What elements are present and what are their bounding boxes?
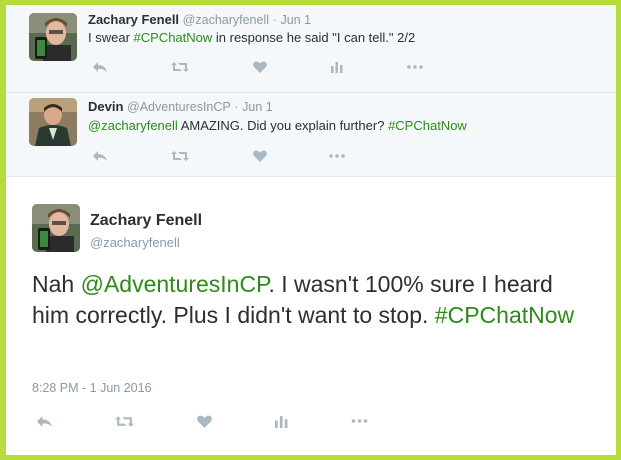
avatar[interactable] — [29, 13, 77, 61]
author-name[interactable]: Zachary Fenell — [88, 12, 179, 27]
tweet-time[interactable]: Jun 1 — [242, 100, 273, 114]
tweet-time[interactable]: Jun 1 — [280, 13, 311, 27]
retweet-icon[interactable] — [168, 57, 192, 77]
tweet-text: I swear #CPChatNow in response he said "… — [88, 30, 415, 45]
author-handle[interactable]: @AdventuresInCP — [127, 100, 231, 114]
avatar[interactable] — [32, 204, 80, 252]
tweet-header: Devin @AdventuresInCP · Jun 1 — [88, 99, 273, 114]
tweet-timestamp[interactable]: 8:28 PM - 1 Jun 2016 — [32, 381, 152, 395]
separator-dot: · — [272, 13, 277, 27]
analytics-icon[interactable] — [325, 57, 349, 77]
retweet-icon[interactable] — [168, 146, 192, 166]
tweet-text: Nah @AdventuresInCP. I wasn't 100% sure … — [32, 269, 592, 331]
analytics-icon[interactable] — [269, 411, 293, 431]
like-icon[interactable] — [192, 411, 216, 431]
text-segment: AMAZING. Did you explain further? — [177, 118, 389, 133]
text-segment: in response he said "I can tell." 2/2 — [212, 30, 416, 45]
reply-icon[interactable] — [88, 57, 112, 77]
reply-tweet-1[interactable]: Zachary Fenell @zacharyfenell · Jun 1 I … — [6, 5, 616, 93]
author-handle[interactable]: @zacharyfenell — [90, 235, 180, 250]
hashtag-link[interactable]: #CPChatNow — [134, 30, 213, 45]
tweet-text: @zacharyfenell AMAZING. Did you explain … — [88, 118, 467, 133]
reply-icon[interactable] — [32, 411, 56, 431]
author-name[interactable]: Devin — [88, 99, 123, 114]
more-icon[interactable] — [325, 146, 349, 166]
hashtag-link[interactable]: #CPChatNow — [435, 302, 574, 328]
tweet-actions — [88, 57, 428, 77]
reply-tweet-2[interactable]: Devin @AdventuresInCP · Jun 1 @zacharyfe… — [6, 93, 616, 177]
tweet-actions — [88, 146, 428, 166]
main-tweet: Zachary Fenell @zacharyfenell Nah @Adven… — [6, 177, 616, 455]
author-handle[interactable]: @zacharyfenell — [183, 13, 269, 27]
mention-link[interactable]: @AdventuresInCP — [81, 271, 269, 297]
more-icon[interactable] — [347, 411, 371, 431]
avatar[interactable] — [29, 98, 77, 146]
text-segment: I swear — [88, 30, 134, 45]
tweet-actions — [32, 411, 392, 431]
hashtag-link[interactable]: #CPChatNow — [388, 118, 467, 133]
separator-dot: · — [234, 100, 239, 114]
more-icon[interactable] — [403, 57, 427, 77]
text-segment: Nah — [32, 271, 81, 297]
author-name[interactable]: Zachary Fenell — [90, 212, 202, 230]
reply-icon[interactable] — [88, 146, 112, 166]
tweet-header: Zachary Fenell @zacharyfenell · Jun 1 — [88, 12, 311, 27]
mention-link[interactable]: @zacharyfenell — [88, 118, 178, 133]
tweet-thread: Zachary Fenell @zacharyfenell · Jun 1 I … — [6, 5, 616, 455]
retweet-icon[interactable] — [112, 411, 136, 431]
like-icon[interactable] — [248, 146, 272, 166]
like-icon[interactable] — [248, 57, 272, 77]
